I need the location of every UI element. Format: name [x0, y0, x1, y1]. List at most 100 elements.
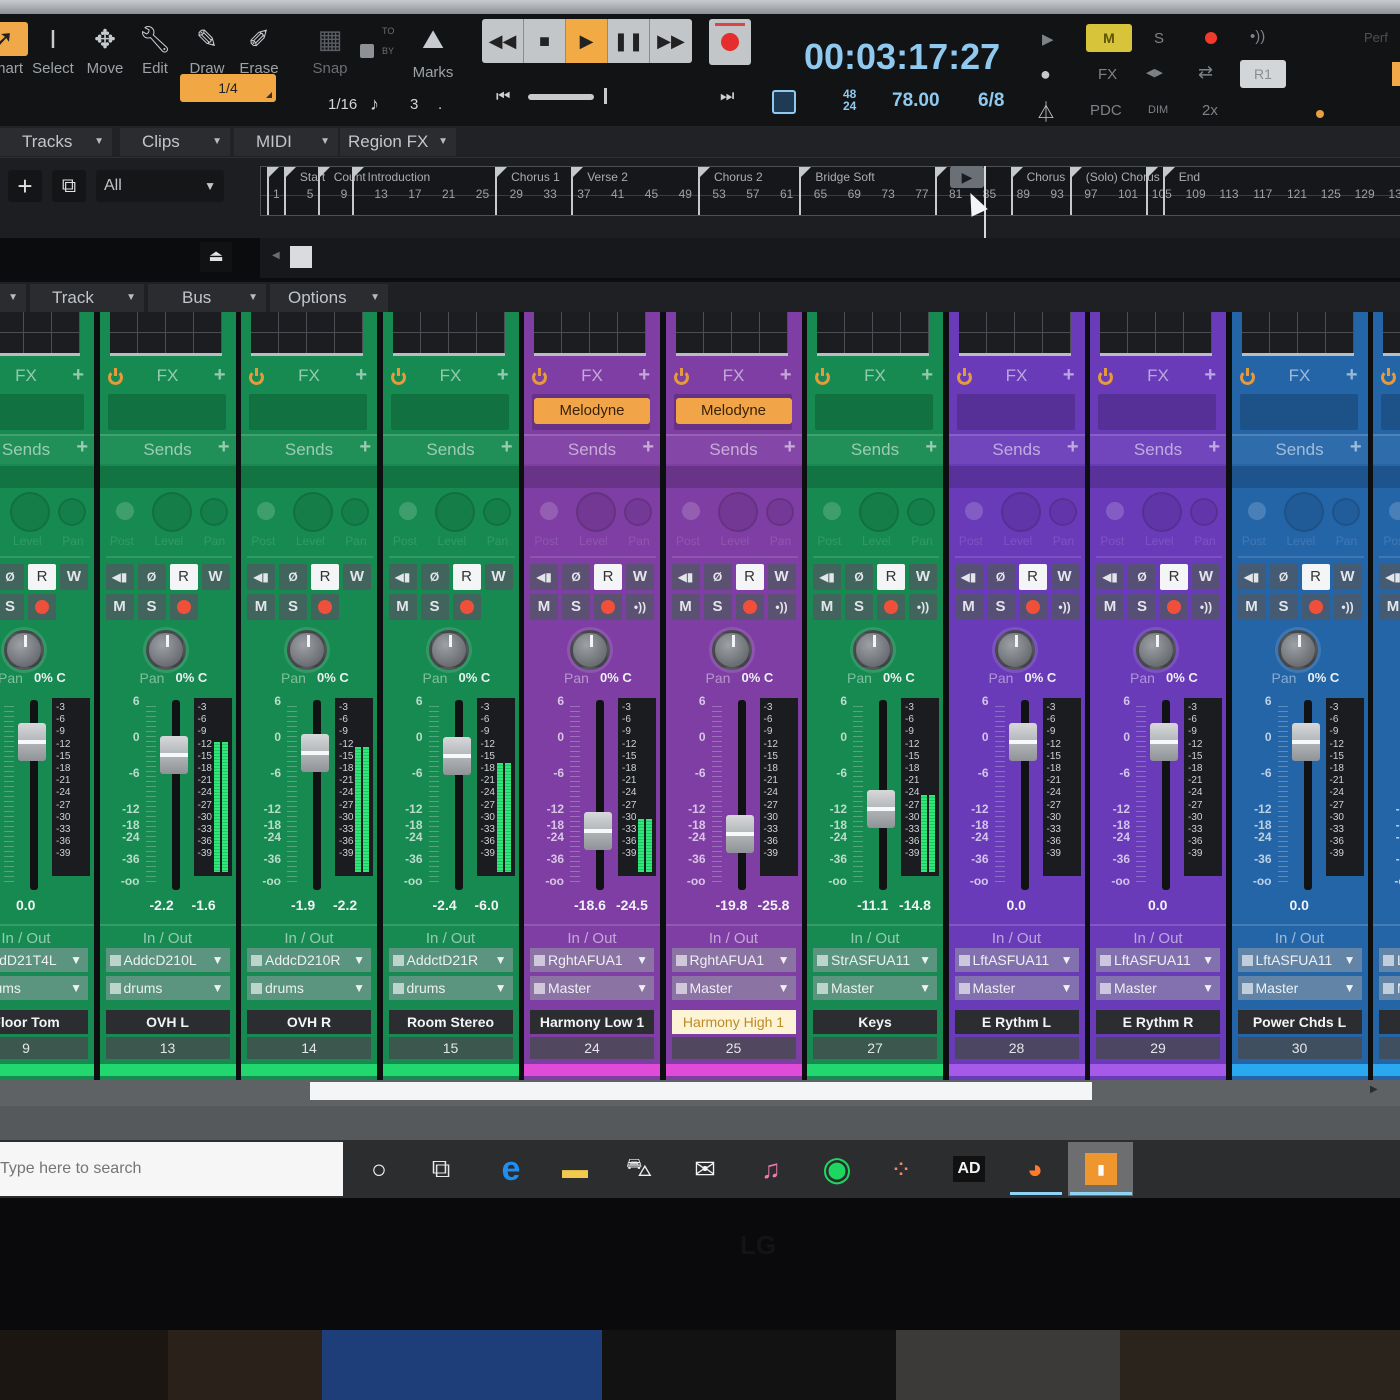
- record-arm-button[interactable]: [735, 594, 764, 620]
- read-automation-button[interactable]: R: [1160, 564, 1188, 590]
- add-folder-button[interactable]: ⧉: [52, 170, 86, 202]
- record-arm-button[interactable]: [1018, 594, 1047, 620]
- volume-fader[interactable]: [442, 737, 471, 776]
- read-automation-button[interactable]: R: [311, 564, 339, 590]
- record-button[interactable]: [709, 19, 751, 65]
- phase-invert-button[interactable]: Ø: [703, 564, 732, 590]
- mute-button[interactable]: M: [954, 594, 983, 620]
- input-select[interactable]: Lf▼: [1379, 948, 1400, 972]
- track-color-bar[interactable]: [948, 1064, 1085, 1076]
- pan-value[interactable]: 0% C: [1166, 670, 1198, 685]
- volume-fader[interactable]: [584, 812, 612, 851]
- send-slot[interactable]: [524, 466, 660, 488]
- output-select[interactable]: drums ▼: [0, 976, 88, 1000]
- taskbar-app-itunes[interactable]: ♫: [752, 1150, 790, 1188]
- input-select[interactable]: LftASFUA11 ▼: [1096, 948, 1220, 972]
- send-pan-knob[interactable]: [1190, 498, 1218, 526]
- input-mode-button[interactable]: ◀▮: [813, 564, 841, 590]
- add-send-plus-icon[interactable]: +: [1067, 436, 1079, 459]
- send-level-knob[interactable]: [151, 492, 192, 532]
- volume-value[interactable]: -2.4: [433, 897, 457, 913]
- input-select[interactable]: AddcD210L ▼: [105, 948, 230, 972]
- menu-options[interactable]: Options ▼: [270, 284, 388, 312]
- pan-knob[interactable]: [711, 630, 752, 670]
- monitor-button[interactable]: •)): [1333, 594, 1362, 620]
- mixer-scroll-thumb[interactable]: [310, 1082, 1092, 1100]
- snap-toggle[interactable]: [360, 44, 374, 58]
- fx-slot[interactable]: [249, 394, 367, 430]
- phase-invert-button[interactable]: Ø: [1269, 564, 1298, 590]
- scroll-left-icon[interactable]: ◀: [272, 250, 280, 261]
- send-post-toggle[interactable]: [115, 502, 134, 520]
- track-color-bar[interactable]: [241, 1064, 377, 1076]
- timeline-marker[interactable]: [1010, 167, 1023, 215]
- monitor-icon[interactable]: •)): [1250, 28, 1265, 45]
- write-automation-button[interactable]: W: [343, 564, 371, 590]
- input-mode-button[interactable]: ◀▮: [1379, 564, 1400, 590]
- write-automation-button[interactable]: W: [484, 564, 513, 590]
- send-pan-knob[interactable]: [341, 498, 369, 526]
- volume-fader[interactable]: [725, 814, 754, 853]
- mute-button[interactable]: M: [530, 594, 558, 620]
- fx-slot[interactable]: [956, 394, 1075, 430]
- solo-button[interactable]: S: [137, 594, 166, 620]
- input-mode-button[interactable]: ◀▮: [530, 564, 558, 590]
- add-send-plus-icon[interactable]: +: [359, 436, 371, 459]
- pan-knob[interactable]: [570, 630, 610, 670]
- sync-icon[interactable]: [772, 90, 796, 114]
- send-pan-knob[interactable]: [199, 498, 228, 526]
- pan-knob[interactable]: [1277, 630, 1318, 670]
- volume-fader[interactable]: [1291, 723, 1320, 761]
- track-name[interactable]: Harmony Low 1: [530, 1010, 654, 1034]
- fx-plugin-melodyne[interactable]: Melodyne: [534, 398, 650, 424]
- tool-smart[interactable]: ➚Smart: [0, 22, 28, 77]
- track-name[interactable]: Pow: [1379, 1010, 1400, 1034]
- volume-value[interactable]: 0.0: [1007, 897, 1026, 913]
- pan-knob[interactable]: [1136, 630, 1176, 670]
- playhead-handle[interactable]: ▶: [950, 166, 984, 188]
- fader-track[interactable]: [171, 700, 180, 890]
- send-post-toggle[interactable]: [681, 502, 700, 520]
- phase-invert-button[interactable]: Ø: [1128, 564, 1156, 590]
- track-color-bar[interactable]: [382, 1064, 519, 1076]
- timeline-marker[interactable]: [495, 167, 508, 215]
- fast-forward-button[interactable]: ▶▶: [650, 19, 692, 63]
- volume-value[interactable]: -18.6: [574, 897, 606, 913]
- tool-edit[interactable]: 🔧︎ Edit: [130, 22, 180, 77]
- volume-value[interactable]: -1.9: [291, 897, 315, 913]
- read-automation-button[interactable]: R: [1301, 564, 1330, 590]
- solo-button[interactable]: S: [420, 594, 449, 620]
- send-level-knob[interactable]: [434, 492, 475, 532]
- grid-value[interactable]: 1/16: [328, 96, 357, 113]
- mute-button[interactable]: M: [105, 594, 134, 620]
- output-select[interactable]: Master ▼: [954, 976, 1079, 1000]
- pan-value[interactable]: 0% C: [459, 670, 491, 685]
- menu-console-left[interactable]: ▼: [0, 284, 26, 312]
- taskbar-app-addictive-drums[interactable]: AD: [950, 1150, 988, 1188]
- taskbar-app-task-view[interactable]: ⧉: [422, 1150, 460, 1188]
- volume-fader[interactable]: [18, 723, 46, 761]
- eq-thumbnail[interactable]: [392, 312, 505, 356]
- pan-value[interactable]: 0% C: [742, 670, 774, 685]
- send-slot[interactable]: [1231, 466, 1368, 488]
- add-send-plus-icon[interactable]: +: [76, 436, 88, 459]
- send-level-knob[interactable]: [859, 492, 899, 532]
- input-mode-button[interactable]: ◀▮: [388, 564, 417, 590]
- input-select[interactable]: LftASFUA11 ▼: [1237, 948, 1362, 972]
- add-fx-plus-icon[interactable]: +: [1346, 364, 1358, 387]
- send-slot[interactable]: [948, 466, 1085, 488]
- track-name[interactable]: Room Stereo: [388, 1010, 513, 1034]
- link-icon[interactable]: ◀▶: [1146, 66, 1163, 79]
- mute-button[interactable]: M: [388, 594, 417, 620]
- send-level-knob[interactable]: [293, 492, 333, 532]
- tool-marks[interactable]: ⛰︎ Marks: [408, 22, 458, 81]
- pan-value[interactable]: 0% C: [176, 670, 208, 685]
- stop-button[interactable]: ■: [524, 19, 566, 63]
- timeline-marker[interactable]: [351, 167, 364, 215]
- r1-button[interactable]: R1: [1240, 60, 1286, 88]
- mute-button[interactable]: M: [1379, 594, 1400, 620]
- eq-thumbnail[interactable]: [1100, 312, 1212, 356]
- fx-slot[interactable]: [390, 394, 509, 430]
- input-mode-button[interactable]: ◀▮: [954, 564, 983, 590]
- loop-mode-icon[interactable]: ⇄: [1198, 62, 1213, 83]
